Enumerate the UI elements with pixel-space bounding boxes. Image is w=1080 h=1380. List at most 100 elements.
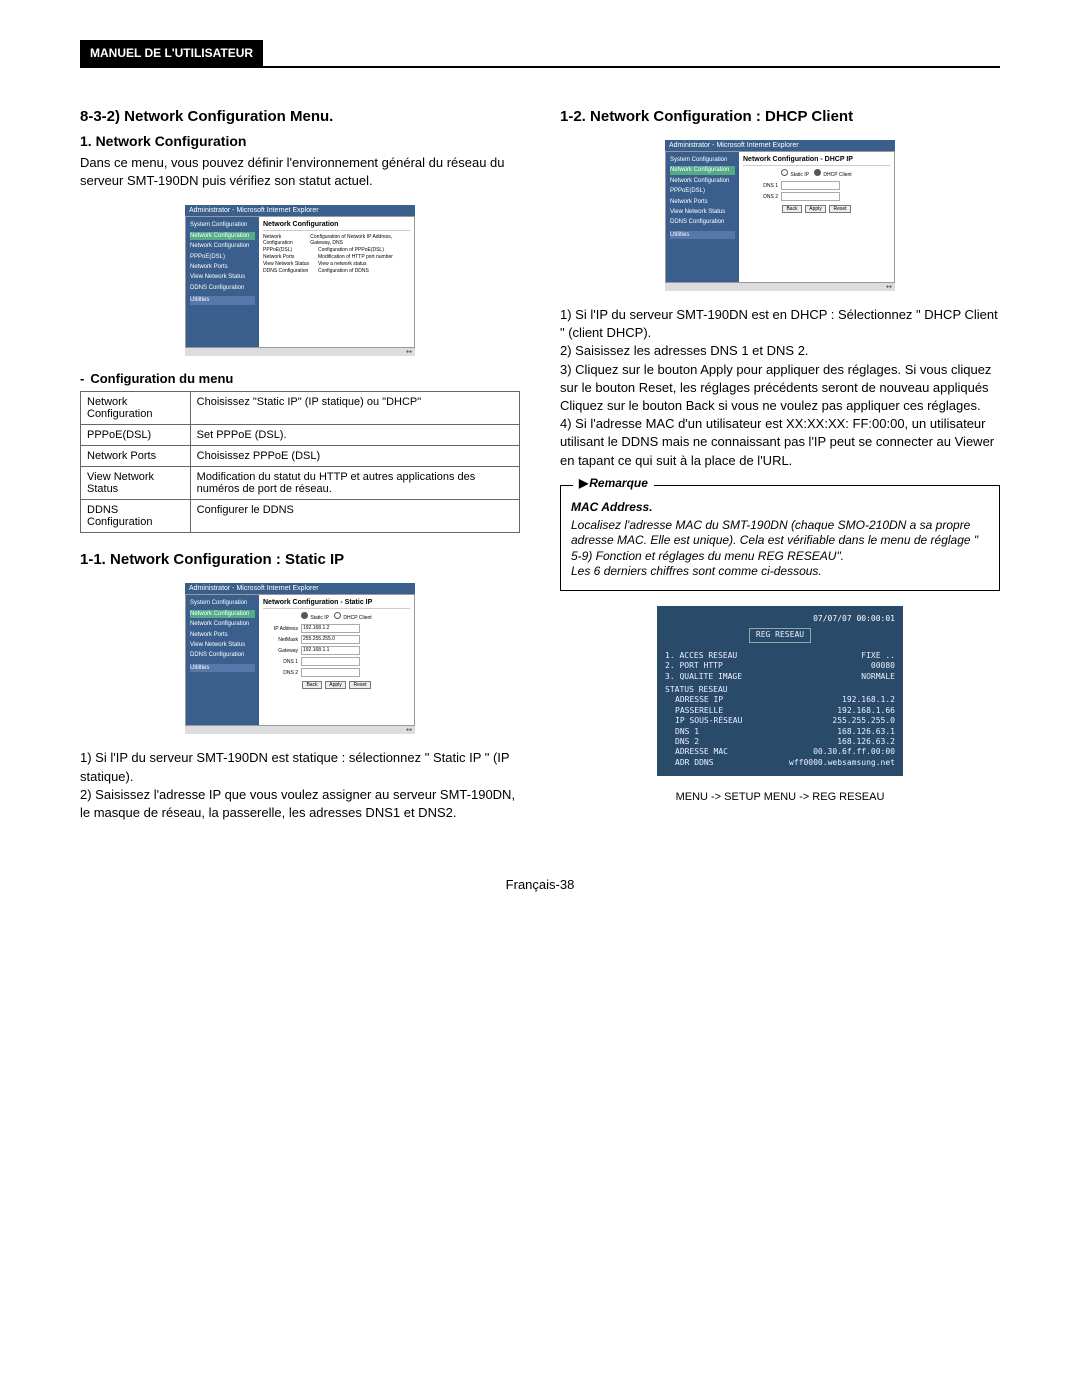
radio-static-ip[interactable] <box>301 612 308 619</box>
reset-button[interactable]: Reset <box>349 681 370 689</box>
reg-row-label: PASSERELLE <box>675 706 723 716</box>
ss-window-title: Administrator - Microsoft Internet Explo… <box>185 205 415 216</box>
reg-row-label: 1. ACCES RESEAU <box>665 651 737 661</box>
reg-row-label: ADRESSE IP <box>675 695 723 705</box>
ip-address-input[interactable]: 192.168.1.2 <box>301 624 360 633</box>
ss-sidebar-item: View Network Status <box>670 208 735 216</box>
ss-sidebar: System Configuration Network Configurati… <box>186 595 259 725</box>
static-ip-steps: 1) Si l'IP du serveur SMT-190DN est stat… <box>80 749 520 822</box>
back-button[interactable]: Back <box>302 681 321 689</box>
reg-title: REG RESEAU <box>749 628 811 642</box>
ss-footer: ●● <box>665 283 895 291</box>
ss-cell: View a network status <box>318 261 367 267</box>
header-bar: MANUEL DE L'UTILISATEUR <box>80 40 263 66</box>
screenshot-static-ip: Administrator - Microsoft Internet Explo… <box>185 583 415 734</box>
dns1-input[interactable] <box>781 181 840 190</box>
radio-dhcp-client[interactable] <box>814 169 821 176</box>
ss-sidebar-item: PPPoE(DSL) <box>190 253 255 261</box>
reg-row-value: NORMALE <box>861 672 895 682</box>
ss-sidebar-item: DDNS Configuration <box>190 651 255 659</box>
field-label: DNS 1 <box>743 183 778 189</box>
ss-sidebar-item: Utilities <box>670 231 735 239</box>
reset-button[interactable]: Reset <box>829 205 850 213</box>
table-cell: DDNS Configuration <box>81 500 191 533</box>
config-table: Network ConfigurationChoisissez "Static … <box>80 391 520 533</box>
ss-sidebar-item: Network Configuration <box>190 620 255 628</box>
ss-sidebar-item: Utilities <box>190 664 255 672</box>
apply-button[interactable]: Apply <box>325 681 346 689</box>
ss-sidebar-item: Utilities <box>190 296 255 304</box>
field-label: NetMask <box>263 637 298 643</box>
menu-config-heading: Configuration du menu <box>80 371 520 386</box>
reg-row-value: FIXE .. <box>861 651 895 661</box>
ss-main-panel: Network Configuration - Static IP Static… <box>259 595 414 725</box>
ss-sidebar-item: Network Ports <box>190 631 255 639</box>
apply-button[interactable]: Apply <box>805 205 826 213</box>
dhcp-steps: 1) Si l'IP du serveur SMT-190DN est en D… <box>560 306 1000 470</box>
ss-cell: DDNS Configuration <box>263 268 318 274</box>
ss-main-title: Network Configuration - Static IP <box>263 599 410 609</box>
table-cell: Choisissez "Static IP" (IP statique) ou … <box>190 392 519 425</box>
ss-window-title: Administrator - Microsoft Internet Explo… <box>665 140 895 151</box>
ss-sidebar-item: Network Configuration <box>670 177 735 185</box>
table-cell: Choisissez PPPoE (DSL) <box>190 446 519 467</box>
subsection-heading-1: 1. Network Configuration <box>80 133 520 149</box>
back-button[interactable]: Back <box>782 205 801 213</box>
ss-cell: Configuration of Network IP Address, Gat… <box>310 234 410 246</box>
field-label: DNS 2 <box>263 670 298 676</box>
netmask-input[interactable]: 255.255.255.0 <box>301 635 360 644</box>
reg-row-value: wff0000.websamsung.net <box>789 758 895 768</box>
reg-row-value: 168.126.63.2 <box>837 737 895 747</box>
intro-paragraph: Dans ce menu, vous pouvez définir l'envi… <box>80 154 520 190</box>
remark-title: Remarque <box>573 476 654 490</box>
dns1-input[interactable] <box>301 657 360 666</box>
reg-caption: MENU -> SETUP MENU -> REG RESEAU <box>560 791 1000 803</box>
subsection-heading-11: 1-1. Network Configuration : Static IP <box>80 551 520 568</box>
reg-row-label: ADR DDNS <box>675 758 714 768</box>
radio-row: Static IP DHCP Client <box>263 612 410 621</box>
reg-row-value: 00.30.6f.ff.00:00 <box>813 747 895 757</box>
table-cell: PPPoE(DSL) <box>81 425 191 446</box>
ss-sidebar-item: DDNS Configuration <box>670 218 735 226</box>
ss-main-title: Network Configuration <box>263 221 410 231</box>
field-label: IP Address <box>263 626 298 632</box>
dns2-input[interactable] <box>781 192 840 201</box>
right-column: 1-2. Network Configuration : DHCP Client… <box>560 98 1000 827</box>
ss-sidebar-item: System Configuration <box>190 221 255 229</box>
radio-row: Static IP DHCP Client <box>743 169 890 178</box>
section-heading-832: 8-3-2) Network Configuration Menu. <box>80 108 520 125</box>
subsection-heading-12: 1-2. Network Configuration : DHCP Client <box>560 108 1000 125</box>
left-column: 8-3-2) Network Configuration Menu. 1. Ne… <box>80 98 520 827</box>
field-label: Gateway <box>263 648 298 654</box>
ss-cell: PPPoE(DSL) <box>263 247 318 253</box>
remark-box: Remarque MAC Address. Localisez l'adress… <box>560 485 1000 591</box>
ss-sidebar-item: Network Configuration <box>190 610 255 618</box>
reg-row-label: ADRESSE MAC <box>675 747 728 757</box>
reg-row-value: 00080 <box>871 661 895 671</box>
reg-row-label: 3. QUALITE IMAGE <box>665 672 742 682</box>
ss-main-panel: Network Configuration - DHCP IP Static I… <box>739 152 894 282</box>
header-rule <box>80 66 1000 68</box>
ss-sidebar-item: Network Ports <box>190 263 255 271</box>
field-label: DNS 2 <box>743 194 778 200</box>
radio-dhcp-client[interactable] <box>334 612 341 619</box>
reg-datetime: 07/07/07 00:00:01 <box>665 614 895 624</box>
dns2-input[interactable] <box>301 668 360 677</box>
ss-main-panel: Network Configuration Network Configurat… <box>259 217 414 347</box>
ss-cell: Configuration of PPPoE(DSL) <box>318 247 384 253</box>
radio-static-ip[interactable] <box>781 169 788 176</box>
ss-cell: Network Configuration <box>263 234 310 246</box>
reg-row-label: 2. PORT HTTP <box>665 661 723 671</box>
table-cell: Configurer le DDNS <box>190 500 519 533</box>
reg-row-label: DNS 1 <box>675 727 699 737</box>
ss-main-title: Network Configuration - DHCP IP <box>743 156 890 166</box>
ss-sidebar-item: System Configuration <box>670 156 735 164</box>
ss-sidebar-item: View Network Status <box>190 641 255 649</box>
ss-footer: ●● <box>185 348 415 356</box>
table-cell: View Network Status <box>81 467 191 500</box>
reg-row-value: 192.168.1.2 <box>842 695 895 705</box>
gateway-input[interactable]: 192.168.1.1 <box>301 646 360 655</box>
reg-status-title: STATUS RESEAU <box>665 685 895 695</box>
ss-sidebar-item: Network Configuration <box>190 232 255 240</box>
remark-body: Localisez l'adresse MAC du SMT-190DN (ch… <box>571 518 989 580</box>
